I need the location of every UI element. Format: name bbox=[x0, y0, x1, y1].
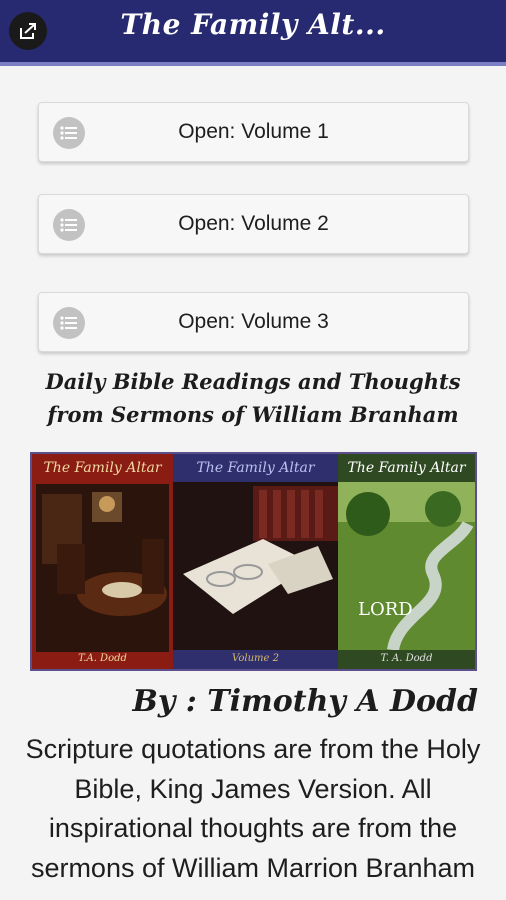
cover-3-title: The Family Altar bbox=[347, 460, 466, 476]
cover-3-overlay: LORD bbox=[358, 599, 413, 620]
app-title: The Family Alt... bbox=[120, 8, 386, 41]
volume-1-label: Open: Volume 1 bbox=[178, 120, 329, 143]
app-bar: The Family Alt... bbox=[0, 0, 506, 66]
copyright-notice: Scripture quotations are from the Holy B… bbox=[25, 734, 481, 883]
cover-volume-2: The Family Altar Volume 2 bbox=[173, 454, 338, 669]
cover-3-footer: T. A. Dodd bbox=[380, 653, 433, 664]
volume-3-label: Open: Volume 3 bbox=[178, 310, 329, 333]
open-volume-2-button[interactable]: Open: Volume 2 bbox=[38, 194, 469, 254]
cover-2-footer: Volume 2 bbox=[232, 653, 279, 664]
open-volume-1-button[interactable]: Open: Volume 1 bbox=[38, 102, 469, 162]
subtitle: Daily Bible Readings and Thoughts from S… bbox=[45, 369, 461, 427]
volume-2-label: Open: Volume 2 bbox=[178, 212, 329, 235]
author-line: By : Timothy A Dodd bbox=[132, 684, 478, 719]
cover-2-title: The Family Altar bbox=[196, 460, 315, 476]
cover-volume-3: The Family Altar LORD T. A. Dodd bbox=[338, 454, 475, 669]
cover-1-title: The Family Altar bbox=[43, 460, 162, 476]
open-volume-3-button[interactable]: Open: Volume 3 bbox=[38, 292, 469, 352]
cover-volume-1: The Family Altar T.A. Dodd bbox=[32, 454, 173, 669]
book-covers-banner: The Family Altar T.A. Dodd The Family Al… bbox=[30, 452, 477, 671]
cover-1-footer: T.A. Dodd bbox=[78, 653, 127, 664]
